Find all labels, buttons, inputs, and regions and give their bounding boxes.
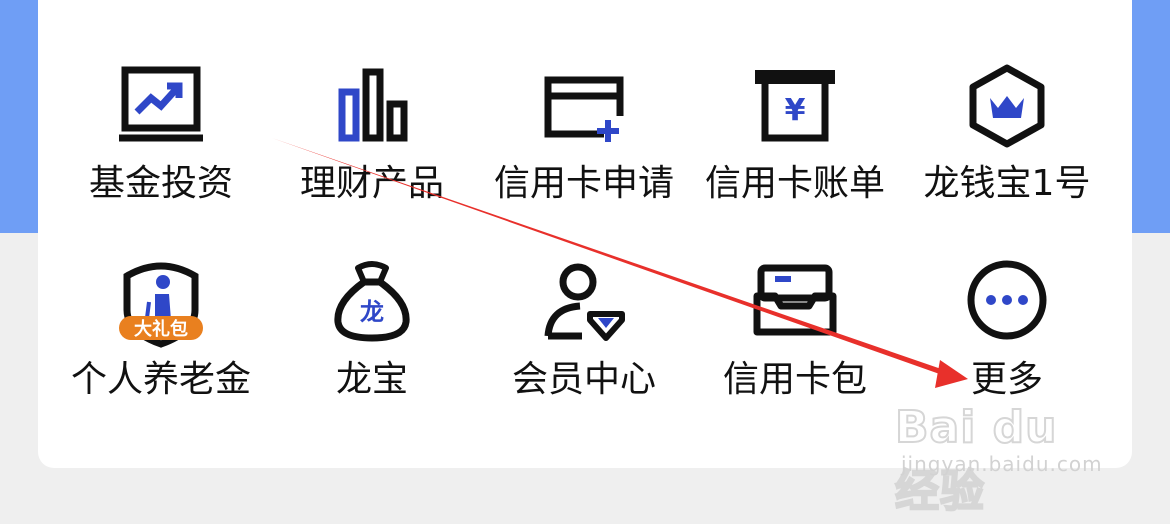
grid-item-personal-pension[interactable]: 大礼包 个人养老金 <box>56 258 266 428</box>
grid-item-credit-card-bill[interactable]: ¥ 信用卡账单 <box>690 62 900 232</box>
grid-item-label: 信用卡包 <box>722 359 867 400</box>
chart-trend-icon <box>111 62 211 162</box>
crown-hexagon-icon <box>957 62 1057 162</box>
bar-chart-icon <box>322 62 422 162</box>
svg-text:¥: ¥ <box>785 93 806 128</box>
bag-glyph: 龙 <box>360 298 384 326</box>
grid-item-label: 会员中心 <box>511 359 656 400</box>
grid-item-member-center[interactable]: 会员中心 <box>479 258 689 428</box>
grid-item-wealth-products[interactable]: 理财产品 <box>267 62 477 232</box>
grid-item-label: 龙宝 <box>335 359 408 400</box>
more-dots-icon <box>957 258 1057 358</box>
yen-bill-icon: ¥ <box>745 62 845 162</box>
grid-item-card-wallet[interactable]: 信用卡包 <box>690 258 900 428</box>
grid-item-label: 龙钱宝1号 <box>923 163 1091 204</box>
grid-item-label: 信用卡申请 <box>493 163 674 204</box>
grid-item-label: 理财产品 <box>299 163 444 204</box>
grid-item-long-bao[interactable]: 龙 龙宝 <box>267 258 477 428</box>
elder-shield-icon: 大礼包 <box>111 258 211 358</box>
money-bag-icon: 龙 <box>322 258 422 358</box>
promo-badge-text: 大礼包 <box>134 318 188 340</box>
card-wallet-icon <box>745 258 845 358</box>
baidu-watermark: Bai du 经验 jingyan.baidu.com <box>894 396 1115 518</box>
grid-item-fund-investment[interactable]: 基金投资 <box>56 62 266 232</box>
grid-item-long-qian-bao[interactable]: 龙钱宝1号 <box>902 62 1112 232</box>
member-diamond-icon <box>534 258 634 358</box>
grid-item-label: 基金投资 <box>88 163 233 204</box>
watermark-url: jingyan.baidu.com <box>901 452 1103 476</box>
grid-item-label: 信用卡账单 <box>704 163 885 204</box>
card-add-icon <box>534 62 634 162</box>
grid-item-label: 个人养老金 <box>70 359 251 400</box>
grid-item-credit-card-apply[interactable]: 信用卡申请 <box>479 62 689 232</box>
